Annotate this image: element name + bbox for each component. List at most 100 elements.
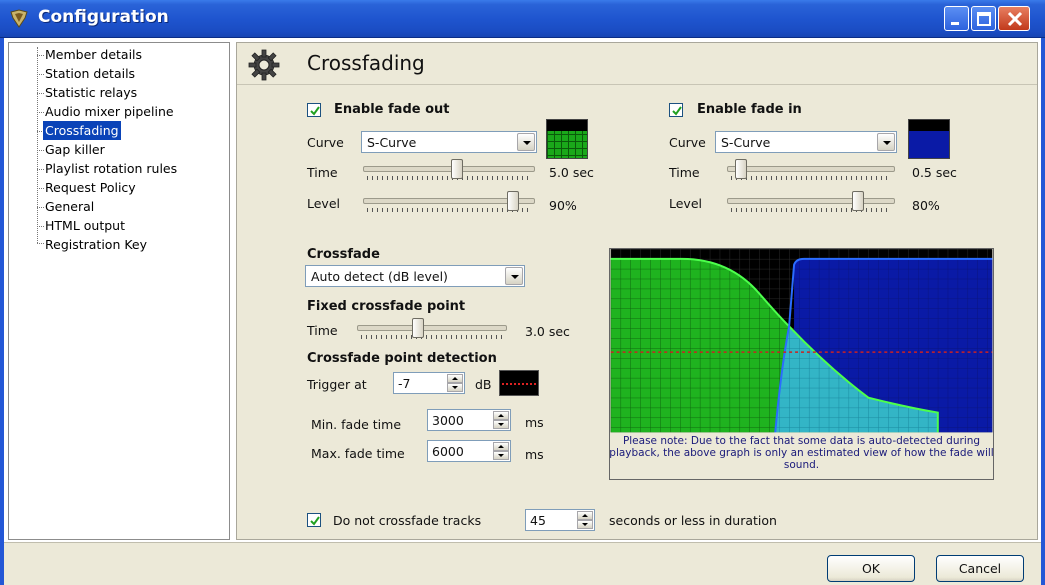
enable-fade-out-label: Enable fade out [334, 102, 450, 117]
crossfade-mode-select[interactable]: Auto detect (dB level) [305, 265, 525, 287]
spinner-buttons[interactable] [493, 442, 509, 460]
do-not-crossfade-label: Do not crossfade tracks [333, 513, 482, 528]
do-not-crossfade-seconds-spinner[interactable]: 45 [525, 509, 595, 531]
fade-out-level-label: Level [307, 196, 340, 211]
fixed-crossfade-heading: Fixed crossfade point [307, 299, 466, 314]
tree-branch [37, 74, 44, 75]
fixed-time-label: Time [307, 323, 338, 338]
slider-ticks [731, 176, 891, 180]
tree-branch [37, 150, 44, 151]
tree-item-registration-key[interactable]: Registration Key [45, 235, 147, 254]
do-not-crossfade-checkbox[interactable] [307, 513, 321, 527]
spinner-buttons[interactable] [577, 511, 593, 529]
tree-item-audio-mixer-pipeline[interactable]: Audio mixer pipeline [45, 102, 174, 121]
chevron-down-icon[interactable] [877, 133, 895, 151]
cancel-button[interactable]: Cancel [936, 555, 1024, 582]
window-frame-left [0, 38, 4, 585]
fade-in-time-label: Time [669, 165, 700, 180]
slider-thumb[interactable] [507, 191, 519, 211]
tree-item-html-output[interactable]: HTML output [45, 216, 125, 235]
arrow-down-icon[interactable] [493, 420, 509, 429]
gear-icon [248, 49, 280, 81]
tree-item-statistic-relays[interactable]: Statistic relays [45, 83, 137, 102]
fade-out-level-slider[interactable] [363, 191, 535, 217]
arrow-up-icon[interactable] [447, 374, 463, 383]
fade-in-curve-label: Curve [669, 135, 706, 150]
spinner-buttons[interactable] [447, 374, 463, 392]
min-fade-time-spinner[interactable]: 3000 [427, 409, 511, 431]
trigger-db-value: -7 [398, 376, 411, 391]
fixed-crossfade-time-slider[interactable] [357, 318, 507, 344]
crossfade-mode-value: Auto detect (dB level) [311, 269, 448, 284]
slider-track [363, 166, 535, 172]
tree-branch [37, 112, 44, 113]
arrow-down-icon[interactable] [447, 383, 463, 392]
fade-in-color-swatch[interactable] [908, 119, 950, 159]
crossfade-detection-heading: Crossfade point detection [307, 351, 497, 366]
tree-item-general[interactable]: General [45, 197, 94, 216]
fade-out-curve-select[interactable]: S-Curve [361, 131, 537, 153]
slider-ticks [367, 176, 531, 180]
do-not-crossfade-seconds-value: 45 [530, 513, 546, 528]
max-fade-time-unit: ms [525, 447, 544, 462]
fade-out-curve-label: Curve [307, 135, 344, 150]
fade-in-level-label: Level [669, 196, 702, 211]
max-fade-time-spinner[interactable]: 6000 [427, 440, 511, 462]
dashed-line-icon [502, 383, 536, 385]
slider-track [727, 166, 895, 172]
panel-header: Crossfading [237, 43, 1037, 85]
tree-branch [37, 226, 44, 227]
trigger-unit: dB [475, 377, 492, 392]
tree-branch [37, 188, 44, 189]
arrow-up-icon[interactable] [577, 511, 593, 520]
arrow-up-icon[interactable] [493, 411, 509, 420]
slider-thumb[interactable] [852, 191, 864, 211]
trigger-db-spinner[interactable]: -7 [393, 372, 465, 394]
chevron-down-icon[interactable] [517, 133, 535, 151]
crossfade-heading: Crossfade [307, 247, 380, 262]
slider-ticks [361, 335, 503, 339]
max-fade-time-value: 6000 [432, 444, 464, 459]
slider-thumb[interactable] [451, 159, 463, 179]
window-frame-right [1041, 38, 1045, 585]
fade-out-time-slider[interactable] [363, 159, 535, 185]
chevron-down-icon[interactable] [505, 267, 523, 285]
tree-item-playlist-rotation-rules[interactable]: Playlist rotation rules [45, 159, 177, 178]
tree-item-station-details[interactable]: Station details [45, 64, 135, 83]
maximize-icon [977, 12, 991, 26]
slider-thumb[interactable] [412, 318, 424, 338]
trigger-color-swatch[interactable] [499, 370, 539, 396]
fade-in-curve-select[interactable]: S-Curve [715, 131, 897, 153]
tree-item-crossfading[interactable]: Crossfading [43, 121, 121, 140]
fade-in-level-value: 80% [912, 198, 940, 213]
tree-item-member-details[interactable]: Member details [45, 45, 142, 64]
fade-in-level-slider[interactable] [727, 191, 895, 217]
arrow-down-icon[interactable] [493, 451, 509, 460]
arrow-down-icon[interactable] [577, 520, 593, 529]
fade-in-time-slider[interactable] [727, 159, 895, 185]
maximize-button[interactable] [971, 6, 996, 31]
tree-item-gap-killer[interactable]: Gap killer [45, 140, 105, 159]
close-icon [1007, 11, 1023, 27]
close-button[interactable] [998, 6, 1030, 31]
max-fade-time-label: Max. fade time [311, 446, 405, 461]
page-title: Crossfading [307, 51, 425, 75]
arrow-up-icon[interactable] [493, 442, 509, 451]
min-fade-time-value: 3000 [432, 413, 464, 428]
fade-out-color-swatch[interactable] [546, 119, 588, 159]
minimize-icon [951, 22, 959, 25]
ok-button[interactable]: OK [827, 555, 915, 582]
slider-ticks [731, 208, 891, 212]
app-icon [10, 9, 28, 28]
graph-note: Please note: Due to the fact that some d… [609, 435, 994, 471]
slider-track [727, 198, 895, 204]
spinner-buttons[interactable] [493, 411, 509, 429]
min-fade-time-label: Min. fade time [311, 417, 402, 432]
tree-item-request-policy[interactable]: Request Policy [45, 178, 136, 197]
enable-fade-in-checkbox[interactable] [669, 103, 683, 117]
enable-fade-out-checkbox[interactable] [307, 103, 321, 117]
minimize-button[interactable] [944, 6, 969, 31]
fade-out-time-label: Time [307, 165, 338, 180]
slider-thumb[interactable] [735, 159, 747, 179]
checkmark-icon [672, 106, 682, 116]
